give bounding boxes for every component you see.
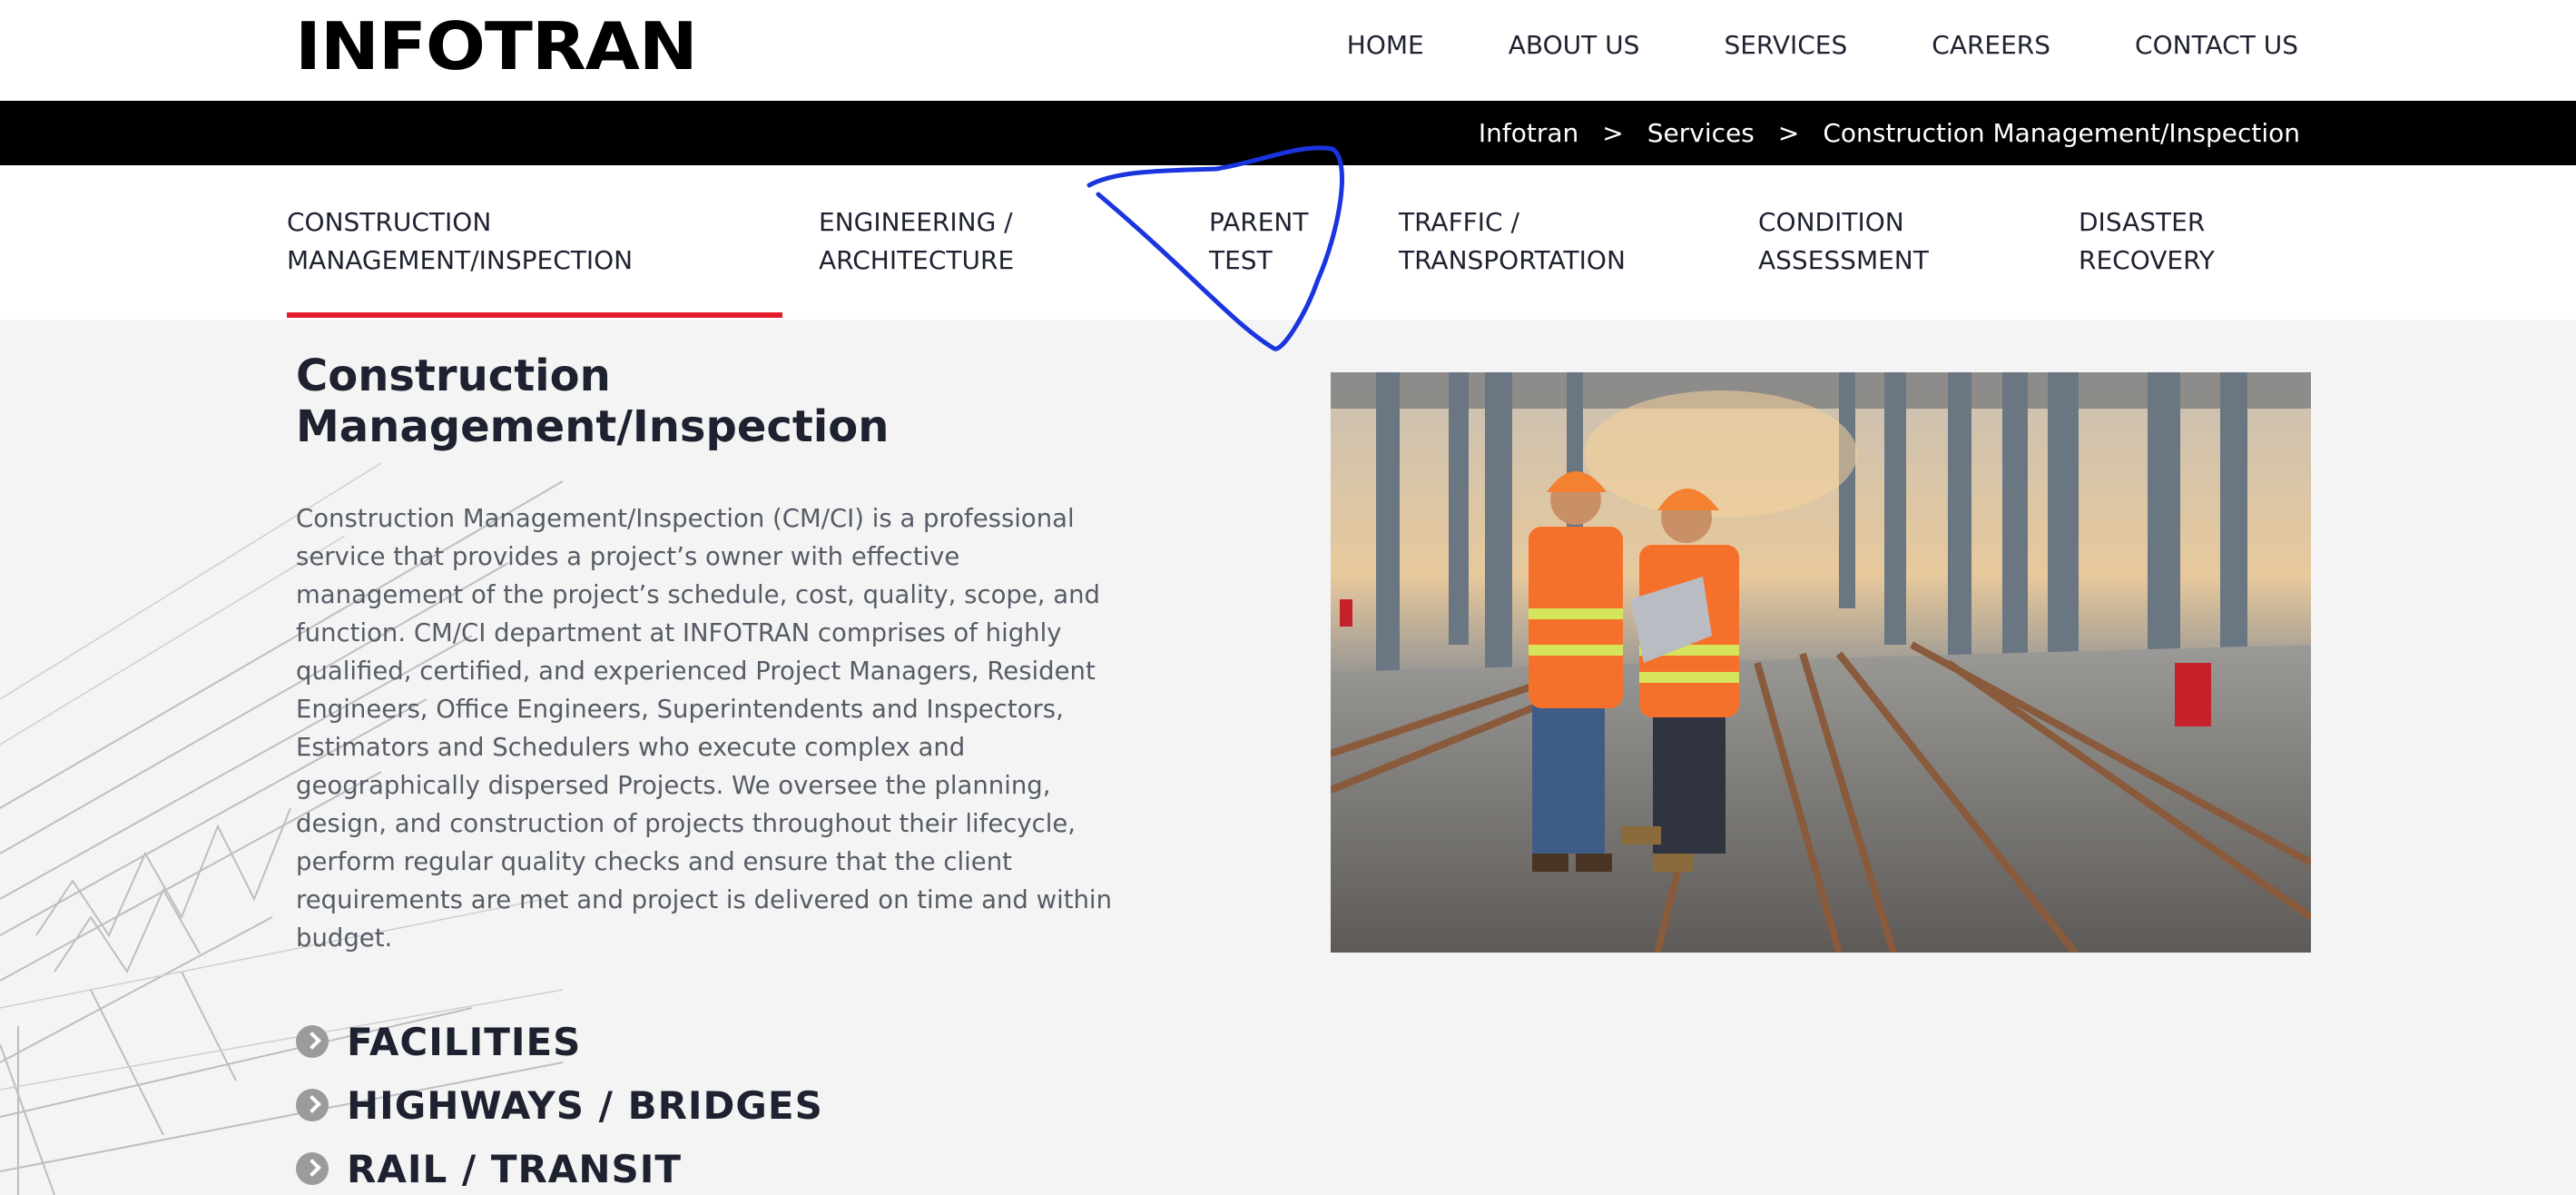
chevron-right-circle-icon [296,1089,329,1121]
tab-label-line: TRANSPORTATION [1399,245,1626,275]
tab-parent-test[interactable]: PARENT TEST [1209,203,1308,280]
category-highways-bridges[interactable]: HIGHWAYS / BRIDGES [296,1073,823,1137]
category-facilities[interactable]: FACILITIES [296,1010,823,1073]
tab-label-line: CONSTRUCTION [287,207,492,237]
logo-text: INFOTRAN [295,8,698,84]
chevron-right-circle-icon [296,1152,329,1185]
tab-traffic-transportation[interactable]: TRAFFIC / TRANSPORTATION [1399,203,1626,280]
breadcrumb-separator: > [1602,118,1624,148]
nav-about-us[interactable]: ABOUT US [1509,0,1640,91]
tab-label-line: RECOVERY [2079,245,2215,275]
breadcrumb-services[interactable]: Services [1647,101,1755,165]
description-line: Engineers, Office Engineers, Superintend… [296,695,1064,724]
two-workers-on-rail-tracks-photo [1331,372,2311,953]
breadcrumb-bar: Infotran > Services > Construction Manag… [0,101,2576,165]
tab-label-line: MANAGEMENT/INSPECTION [287,245,634,275]
infotran-logo[interactable]: INFOTRAN [295,14,698,79]
tab-label-line: ENGINEERING / [819,207,1013,237]
category-label: FACILITIES [347,1019,582,1064]
breadcrumb-home[interactable]: Infotran [1479,101,1578,165]
description-line: Construction Management/Inspection (CM/C… [296,504,1075,533]
breadcrumb-separator: > [1777,118,1800,148]
category-rail-transit[interactable]: RAIL / TRANSIT [296,1137,823,1195]
description-line: geographically dispersed Projects. We ov… [296,771,1051,800]
tab-disaster-recovery[interactable]: DISASTER RECOVERY [2079,203,2215,280]
tab-construction-management[interactable]: CONSTRUCTION MANAGEMENT/INSPECTION [287,203,633,280]
category-label: RAIL / TRANSIT [347,1146,682,1191]
tab-label-line: ARCHITECTURE [819,245,1015,275]
tab-label-line: TRAFFIC / [1399,207,1519,237]
description-line: qualified, certified, and experienced Pr… [296,657,1096,686]
service-description: Construction Management/Inspection (CM/C… [296,499,1113,957]
chevron-right-circle-icon [296,1025,329,1058]
tab-engineering-architecture[interactable]: ENGINEERING / ARCHITECTURE [819,203,1014,280]
breadcrumb: Infotran > Services > Construction Manag… [1479,101,2300,165]
active-tab-indicator [287,312,782,318]
category-label: HIGHWAYS / BRIDGES [347,1082,823,1128]
nav-contact-us[interactable]: CONTACT US [2135,0,2298,91]
main-nav: HOME ABOUT US SERVICES CAREERS CONTACT U… [1263,0,2298,91]
page-title: Construction Management/Inspection [296,351,931,452]
description-line: budget. [296,923,393,953]
site-header: INFOTRAN HOME ABOUT US SERVICES CAREERS … [0,0,2576,101]
description-line: service that provides a project’s owner … [296,542,960,571]
description-line: design, and construction of projects thr… [296,809,1077,838]
tab-label-line: PARENT [1209,207,1309,237]
nav-home[interactable]: HOME [1347,0,1424,91]
description-line: function. CM/CI department at INFOTRAN c… [296,618,1062,647]
breadcrumb-current: Construction Management/Inspection [1823,118,2300,148]
description-line: management of the project’s schedule, co… [296,580,1101,609]
page-title-line: Management/Inspection [296,401,890,452]
description-line: requirements are met and project is deli… [296,885,1113,914]
nav-services[interactable]: SERVICES [1724,0,1847,91]
tab-condition-assessment[interactable]: CONDITION ASSESSMENT [1758,203,1929,280]
description-line: Estimators and Schedulers who execute co… [296,733,966,762]
tab-label-line: DISASTER [2079,207,2206,237]
page-title-line: Construction [296,351,611,401]
category-list: FACILITIES HIGHWAYS / BRIDGES RAIL / TRA… [296,1010,823,1195]
tab-label-line: ASSESSMENT [1758,245,1929,275]
description-line: perform regular quality checks and ensur… [296,847,1012,876]
service-tabs: CONSTRUCTION MANAGEMENT/INSPECTION ENGIN… [0,165,2576,320]
tab-label-line: CONDITION [1758,207,1904,237]
tab-label-line: TEST [1209,245,1273,275]
nav-careers[interactable]: CAREERS [1932,0,2050,91]
